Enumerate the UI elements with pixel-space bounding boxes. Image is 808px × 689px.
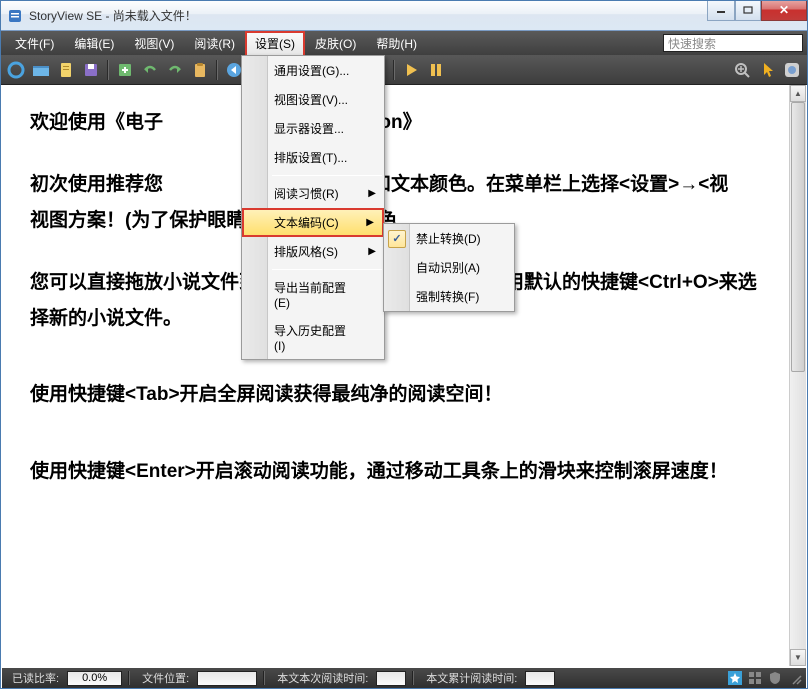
menu-separator [272,175,382,176]
file-pos-label: 文件位置: [136,670,195,686]
settings-dropdown: 通用设置(G)... 视图设置(V)... 显示器设置... 排版设置(T)..… [241,55,385,360]
vertical-scrollbar[interactable]: ▲ ▼ [789,85,806,666]
statusbar: 已读比率: 0.0% 文件位置: 本文本次阅读时间: 本文累计阅读时间: [2,668,806,688]
menu-read[interactable]: 阅读(R) [184,31,245,56]
pause-icon[interactable] [425,59,447,81]
content-area: 欢迎使用《电子 econd Edition》 初次使用推荐您 己的背景和文本颜色… [2,85,806,666]
menu-reading-habit[interactable]: 阅读习惯(R)▶ [242,179,384,208]
read-ratio-label: 已读比率: [6,670,65,686]
menu-layout-style[interactable]: 排版风格(S)▶ [242,237,384,266]
menu-import-config[interactable]: 导入历史配置(I) [242,316,384,359]
titlebar: StoryView SE - 尚未载入文件！ ✕ [1,1,807,31]
file-pos-value [197,671,257,686]
toolbar-sep [393,60,395,80]
submenu-force-convert[interactable]: 强制转换(F) [384,282,514,311]
save-as-icon[interactable] [114,59,136,81]
content-p4: 使用快捷键<Tab>开启全屏阅读获得最纯净的阅读空间！ [30,377,761,413]
menu-export-config[interactable]: 导出当前配置(E) [242,273,384,316]
play-icon[interactable] [400,59,422,81]
window-title: StoryView SE - 尚未载入文件！ [29,7,707,24]
session-time-label: 本文本次阅读时间: [271,670,374,686]
status-star-icon[interactable] [728,671,742,685]
zoom-in-icon[interactable] [731,59,753,81]
submenu-arrow-icon: ▶ [366,217,374,228]
app-icon-small[interactable] [781,59,803,81]
scroll-down-icon[interactable]: ▼ [790,649,806,666]
redo-icon[interactable] [164,59,186,81]
app-window: StoryView SE - 尚未载入文件！ ✕ 文件(F) 编辑(E) 视图(… [0,0,808,689]
undo-icon[interactable] [139,59,161,81]
toolbar-sep [216,60,218,80]
maximize-button[interactable] [735,1,761,21]
menubar: 文件(F) 编辑(E) 视图(V) 阅读(R) 设置(S) 皮肤(O) 帮助(H… [1,31,807,55]
submenu-arrow-icon: ▶ [368,246,376,257]
status-grid-icon[interactable] [748,671,762,685]
menu-display-settings[interactable]: 显示器设置... [242,114,384,143]
status-icons [728,671,802,685]
menu-view[interactable]: 视图(V) [124,31,184,56]
toolbar [1,55,807,85]
refresh-icon[interactable] [5,59,27,81]
scroll-thumb[interactable] [791,102,805,372]
menu-skin[interactable]: 皮肤(O) [305,31,366,56]
menu-settings[interactable]: 设置(S) [245,31,305,56]
menu-edit[interactable]: 编辑(E) [64,31,124,56]
app-icon [7,8,23,24]
save-icon[interactable] [80,59,102,81]
open-folder-icon[interactable] [30,59,52,81]
minimize-button[interactable] [707,1,735,21]
menu-general-settings[interactable]: 通用设置(G)... [242,56,384,85]
check-icon: ✓ [388,230,406,248]
menu-help[interactable]: 帮助(H) [366,31,427,56]
window-controls: ✕ [707,1,807,21]
menu-separator [272,269,382,270]
content-p5: 使用快捷键<Enter>开启滚动阅读功能，通过移动工具条上的滑块来控制滚屏速度！ [30,454,761,490]
total-time-value [525,671,555,686]
menu-file[interactable]: 文件(F) [5,31,64,56]
book-icon[interactable] [55,59,77,81]
reading-content: 欢迎使用《电子 econd Edition》 初次使用推荐您 己的背景和文本颜色… [2,85,789,666]
toolbar-sep [107,60,109,80]
content-p1: 欢迎使用《电子 econd Edition》 [30,105,761,141]
submenu-auto-detect[interactable]: 自动识别(A) [384,253,514,282]
menu-layout-settings[interactable]: 排版设置(T)... [242,143,384,172]
encoding-submenu: ✓ 禁止转换(D) 自动识别(A) 强制转换(F) [383,223,515,312]
session-time-value [376,671,406,686]
submenu-disable-convert[interactable]: ✓ 禁止转换(D) [384,224,514,253]
total-time-label: 本文累计阅读时间: [420,670,523,686]
search-placeholder: 快速搜索 [668,35,716,52]
pointer-icon[interactable] [756,59,778,81]
menu-view-settings[interactable]: 视图设置(V)... [242,85,384,114]
status-shield-icon[interactable] [768,671,782,685]
close-button[interactable]: ✕ [761,1,807,21]
status-resize-icon[interactable] [788,671,802,685]
submenu-arrow-icon: ▶ [368,188,376,199]
search-input[interactable]: 快速搜索 [663,34,803,52]
scroll-up-icon[interactable]: ▲ [790,85,806,102]
read-ratio-value: 0.0% [67,671,122,686]
clipboard-icon[interactable] [189,59,211,81]
menu-text-encoding[interactable]: 文本编码(C)▶ [242,208,384,237]
